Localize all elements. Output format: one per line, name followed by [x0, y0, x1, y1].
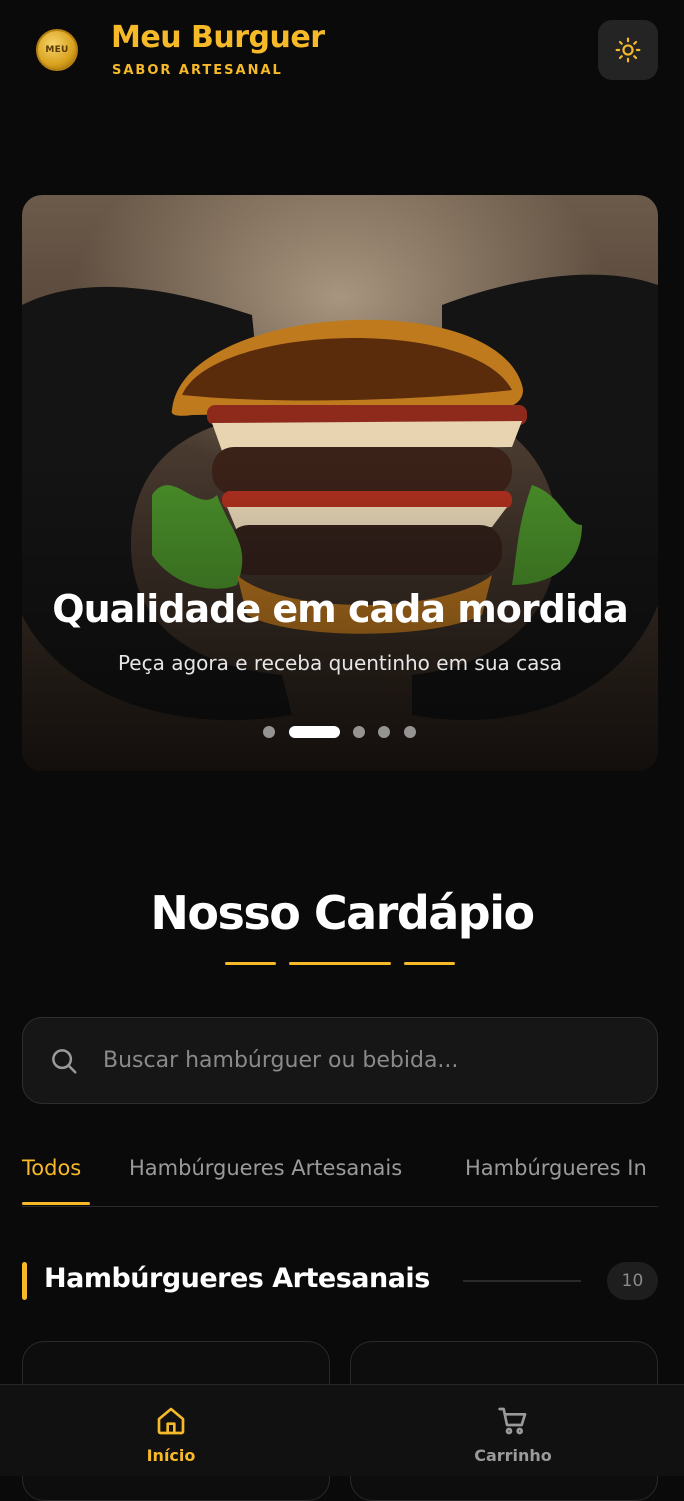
- theme-toggle-button[interactable]: [598, 20, 658, 80]
- brand-logo[interactable]: MEU: [36, 29, 78, 71]
- search-bar: [22, 1017, 658, 1104]
- tab-todos[interactable]: Todos: [22, 1156, 81, 1180]
- brand-subtitle: SABOR ARTESANAL: [112, 63, 283, 78]
- home-icon: [157, 1407, 185, 1435]
- hero-overlay: [22, 195, 658, 771]
- carousel-dot[interactable]: [353, 726, 365, 738]
- title-underline: [404, 962, 455, 965]
- category-count-badge: 10: [607, 1262, 658, 1300]
- carousel-dot-active[interactable]: [289, 726, 340, 738]
- nav-label-inicio: Início: [146, 1446, 196, 1465]
- sun-icon: [615, 37, 641, 63]
- title-underline: [225, 962, 276, 965]
- search-input[interactable]: [101, 1018, 621, 1103]
- category-tabs: Todos Hambúrgueres Artesanais Hambúrguer…: [0, 1140, 684, 1208]
- app-header: MEU Meu Burguer SABOR ARTESANAL: [0, 0, 684, 110]
- category-accent-bar: [22, 1262, 27, 1300]
- search-icon: [52, 1049, 77, 1074]
- section-title: Nosso Cardápio: [150, 886, 535, 940]
- tab-hamburgueres-artesanais[interactable]: Hambúrgueres Artesanais: [129, 1156, 402, 1180]
- nav-label-carrinho: Carrinho: [474, 1446, 552, 1465]
- hero-title: Qualidade em cada mordida: [52, 587, 628, 631]
- hero-carousel[interactable]: Qualidade em cada mordida Peça agora e r…: [22, 195, 658, 771]
- title-underline: [289, 962, 391, 965]
- carousel-dots: [22, 726, 658, 740]
- bottom-navigation: Início Carrinho: [0, 1384, 684, 1476]
- carousel-dot[interactable]: [378, 726, 390, 738]
- tab-hamburgueres-in[interactable]: Hambúrgueres In: [465, 1156, 647, 1180]
- active-tab-indicator: [22, 1202, 90, 1205]
- logo-text: MEU: [45, 45, 69, 55]
- tabs-divider: [22, 1206, 658, 1207]
- nav-item-carrinho[interactable]: Carrinho: [342, 1385, 684, 1477]
- hero-subtitle: Peça agora e receba quentinho em sua cas…: [117, 651, 563, 675]
- cart-icon: [498, 1407, 527, 1435]
- category-divider: [463, 1280, 581, 1282]
- carousel-dot[interactable]: [404, 726, 416, 738]
- carousel-dot[interactable]: [263, 726, 275, 738]
- brand-title: Meu Burguer: [111, 20, 325, 55]
- nav-item-inicio[interactable]: Início: [0, 1385, 342, 1477]
- category-title: Hambúrgueres Artesanais: [44, 1263, 430, 1294]
